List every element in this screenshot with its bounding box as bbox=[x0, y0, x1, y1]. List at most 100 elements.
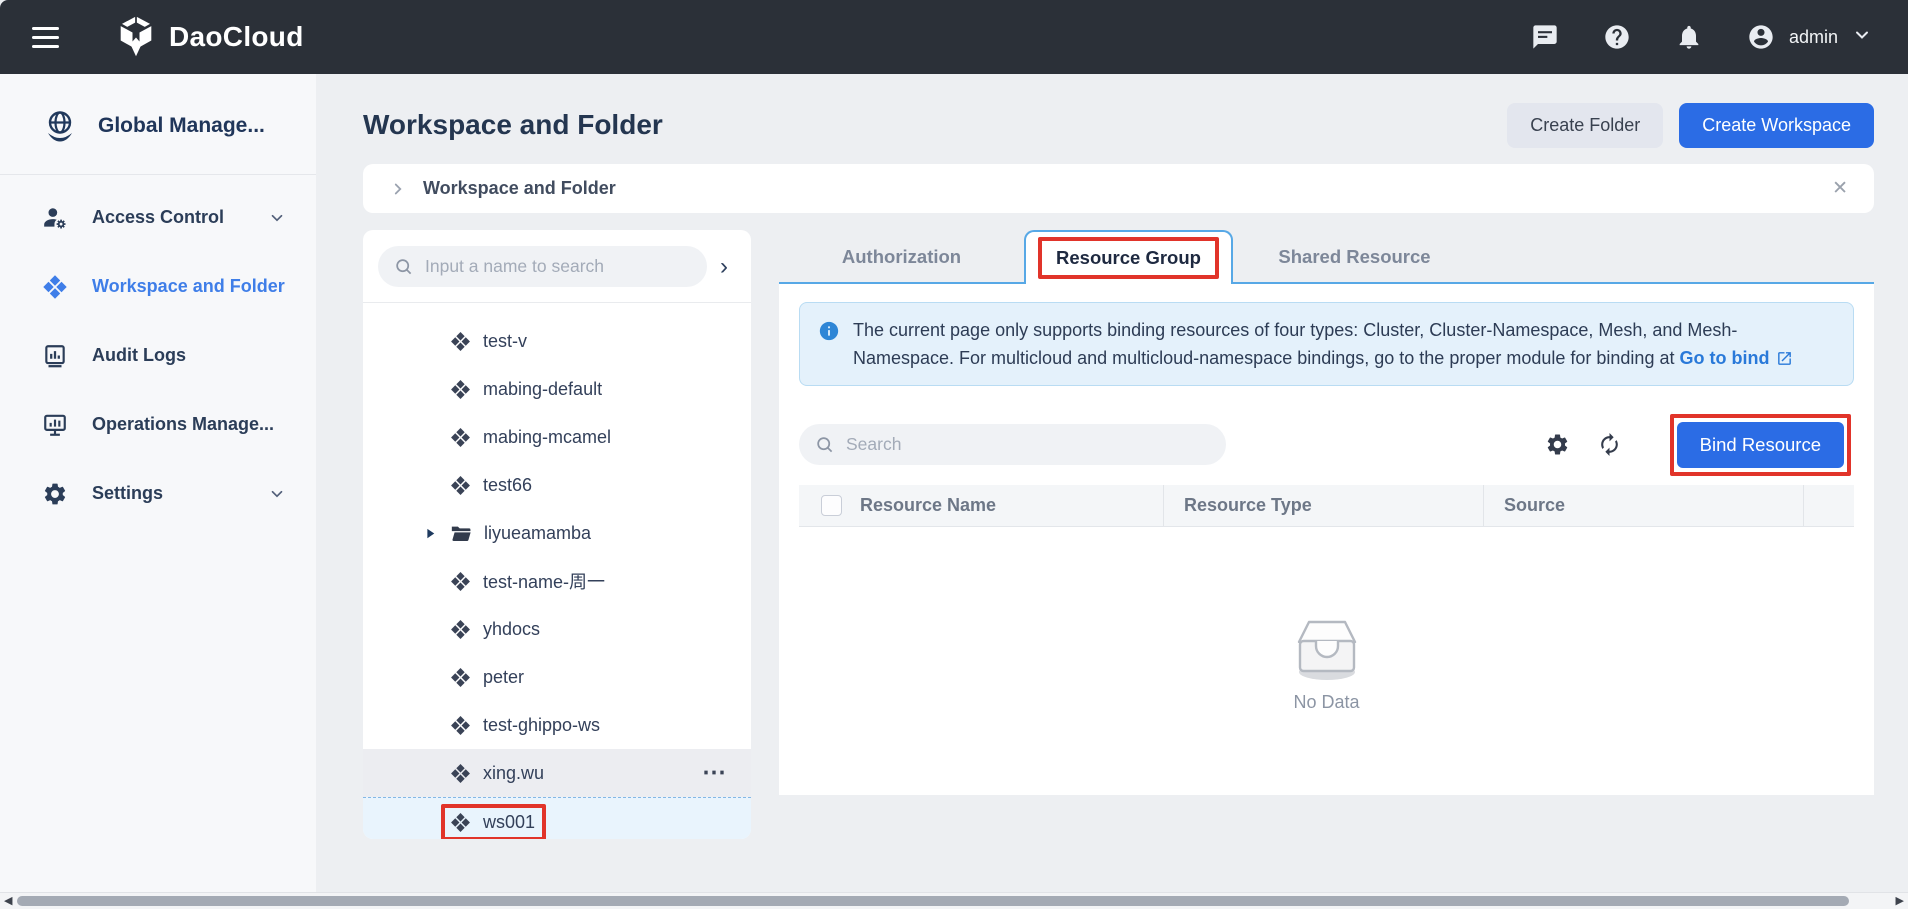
bind-resource-button[interactable]: Bind Resource bbox=[1677, 422, 1844, 468]
tree-item-label: yhdocs bbox=[483, 619, 540, 640]
sidebar-item-workspace-and-folder[interactable]: Workspace and Folder bbox=[0, 252, 316, 321]
sidebar-item-label: Workspace and Folder bbox=[92, 276, 285, 297]
top-navbar: DaoCloud admin bbox=[0, 0, 1908, 74]
workspace-icon bbox=[450, 812, 471, 833]
tab-resource-group[interactable]: Resource Group bbox=[1024, 230, 1233, 284]
tree-item[interactable]: mabing-default bbox=[363, 365, 751, 413]
scroll-right-arrow-icon[interactable]: ▶ bbox=[1896, 894, 1904, 908]
tree-item-label: liyueamamba bbox=[484, 523, 591, 544]
tree-item[interactable]: xing.wu ⋯ bbox=[363, 749, 751, 797]
column-header-resource-type[interactable]: Resource Type bbox=[1164, 485, 1484, 526]
chevron-down-icon bbox=[268, 209, 286, 227]
sidebar-item-audit-logs[interactable]: Audit Logs bbox=[0, 321, 316, 390]
breadcrumb-label: Workspace and Folder bbox=[423, 178, 616, 199]
tree-item-label: test66 bbox=[483, 475, 532, 496]
notification-bell-icon[interactable] bbox=[1675, 23, 1703, 51]
sidebar: Global Manage... Access Control bbox=[0, 74, 316, 909]
tree-item-label: test-ghippo-ws bbox=[483, 715, 600, 736]
sidebar-item-label: Settings bbox=[92, 483, 163, 504]
close-icon[interactable]: ✕ bbox=[1832, 177, 1848, 200]
brand-logo[interactable]: DaoCloud bbox=[115, 14, 304, 60]
expand-arrow-icon[interactable] bbox=[423, 526, 450, 541]
workspace-icon bbox=[450, 619, 471, 640]
tree-item-label: test-name-周一 bbox=[483, 568, 605, 594]
chevron-down-icon bbox=[1852, 25, 1872, 50]
table-settings-gear-icon[interactable] bbox=[1545, 432, 1570, 457]
operations-monitor-icon bbox=[42, 412, 68, 438]
alert-message: The current page only supports binding r… bbox=[853, 320, 1737, 368]
tree-search-input[interactable] bbox=[423, 255, 691, 278]
info-icon bbox=[818, 320, 840, 373]
empty-inbox-icon bbox=[1275, 608, 1379, 684]
panel-collapse-chevron-icon[interactable]: › bbox=[707, 255, 741, 279]
tree-item[interactable]: test66 bbox=[363, 461, 751, 509]
column-header-resource-name[interactable]: Resource Name bbox=[860, 485, 1164, 526]
workspace-icon bbox=[450, 667, 471, 688]
daocloud-logo-icon bbox=[115, 14, 157, 60]
page-title: Workspace and Folder bbox=[363, 109, 663, 141]
workspace-tree-panel: › test-v mabing-default bbox=[363, 230, 751, 839]
tab-bar: Authorization Resource Group Shared Reso… bbox=[779, 230, 1874, 284]
scroll-left-arrow-icon[interactable]: ◀ bbox=[4, 894, 12, 908]
horizontal-scrollbar[interactable]: ◀ ▶ bbox=[0, 892, 1908, 909]
resource-panel: Authorization Resource Group Shared Reso… bbox=[779, 230, 1874, 795]
user-menu[interactable]: admin bbox=[1747, 23, 1872, 51]
sidebar-item-access-control[interactable]: Access Control bbox=[0, 183, 316, 252]
folder-icon bbox=[450, 522, 472, 544]
search-icon bbox=[815, 435, 834, 454]
search-icon bbox=[394, 257, 413, 276]
sidebar-item-label: Audit Logs bbox=[92, 345, 186, 366]
tree-item-folder[interactable]: liyueamamba bbox=[363, 509, 751, 557]
create-folder-button[interactable]: Create Folder bbox=[1507, 103, 1663, 148]
tree-item[interactable]: test-v bbox=[363, 317, 751, 365]
sidebar-item-label: Access Control bbox=[92, 207, 224, 228]
create-workspace-button[interactable]: Create Workspace bbox=[1679, 103, 1874, 148]
workspace-icon bbox=[450, 427, 471, 448]
go-to-bind-label: Go to bind bbox=[1679, 344, 1769, 372]
chevron-right-icon bbox=[389, 180, 407, 198]
sidebar-product[interactable]: Global Manage... bbox=[0, 74, 316, 172]
gear-icon bbox=[42, 481, 68, 507]
tree-item[interactable]: test-ghippo-ws bbox=[363, 701, 751, 749]
workspace-icon bbox=[450, 379, 471, 400]
workspace-diamond-icon bbox=[42, 274, 68, 300]
avatar-icon bbox=[1747, 23, 1775, 51]
sidebar-item-operations-management[interactable]: Operations Manage... bbox=[0, 390, 316, 459]
workspace-icon bbox=[450, 715, 471, 736]
tab-label: Resource Group bbox=[1056, 247, 1201, 268]
tree-item-label: mabing-mcamel bbox=[483, 427, 611, 448]
tree-item[interactable]: mabing-mcamel bbox=[363, 413, 751, 461]
tab-shared-resource[interactable]: Shared Resource bbox=[1233, 230, 1476, 284]
workspace-icon bbox=[450, 571, 471, 592]
username-label: admin bbox=[1789, 27, 1838, 48]
hamburger-menu-icon[interactable] bbox=[32, 21, 59, 54]
scrollbar-thumb[interactable] bbox=[17, 896, 1849, 906]
tree-item-selected[interactable]: ws001 bbox=[363, 797, 751, 839]
workspace-icon bbox=[450, 331, 471, 352]
select-all-checkbox[interactable] bbox=[821, 495, 842, 516]
external-link-icon bbox=[1776, 350, 1793, 367]
workspace-tree-list: test-v mabing-default mabing-mcamel bbox=[363, 303, 751, 839]
tree-item[interactable]: test-name-周一 bbox=[363, 557, 751, 605]
sidebar-item-label: Operations Manage... bbox=[92, 414, 274, 435]
sidebar-product-label: Global Manage... bbox=[98, 114, 265, 138]
tree-item-label: ws001 bbox=[483, 812, 535, 833]
help-icon[interactable] bbox=[1603, 23, 1631, 51]
tree-item[interactable]: peter bbox=[363, 653, 751, 701]
workspace-icon bbox=[450, 763, 471, 784]
audit-logs-icon bbox=[42, 343, 68, 369]
no-data-label: No Data bbox=[1293, 692, 1359, 713]
message-icon[interactable] bbox=[1531, 23, 1559, 51]
go-to-bind-link[interactable]: Go to bind bbox=[1679, 344, 1793, 372]
sidebar-item-settings[interactable]: Settings bbox=[0, 459, 316, 528]
tree-item-label: peter bbox=[483, 667, 524, 688]
breadcrumb: Workspace and Folder ✕ bbox=[363, 164, 1874, 213]
tree-item[interactable]: yhdocs bbox=[363, 605, 751, 653]
column-header-source[interactable]: Source bbox=[1484, 485, 1804, 526]
workspace-icon bbox=[450, 475, 471, 496]
user-gear-icon bbox=[42, 205, 68, 231]
tab-authorization[interactable]: Authorization bbox=[779, 230, 1024, 284]
resource-search-input[interactable] bbox=[844, 433, 1210, 456]
refresh-icon[interactable] bbox=[1597, 432, 1622, 457]
tree-item-label: xing.wu bbox=[483, 763, 544, 784]
